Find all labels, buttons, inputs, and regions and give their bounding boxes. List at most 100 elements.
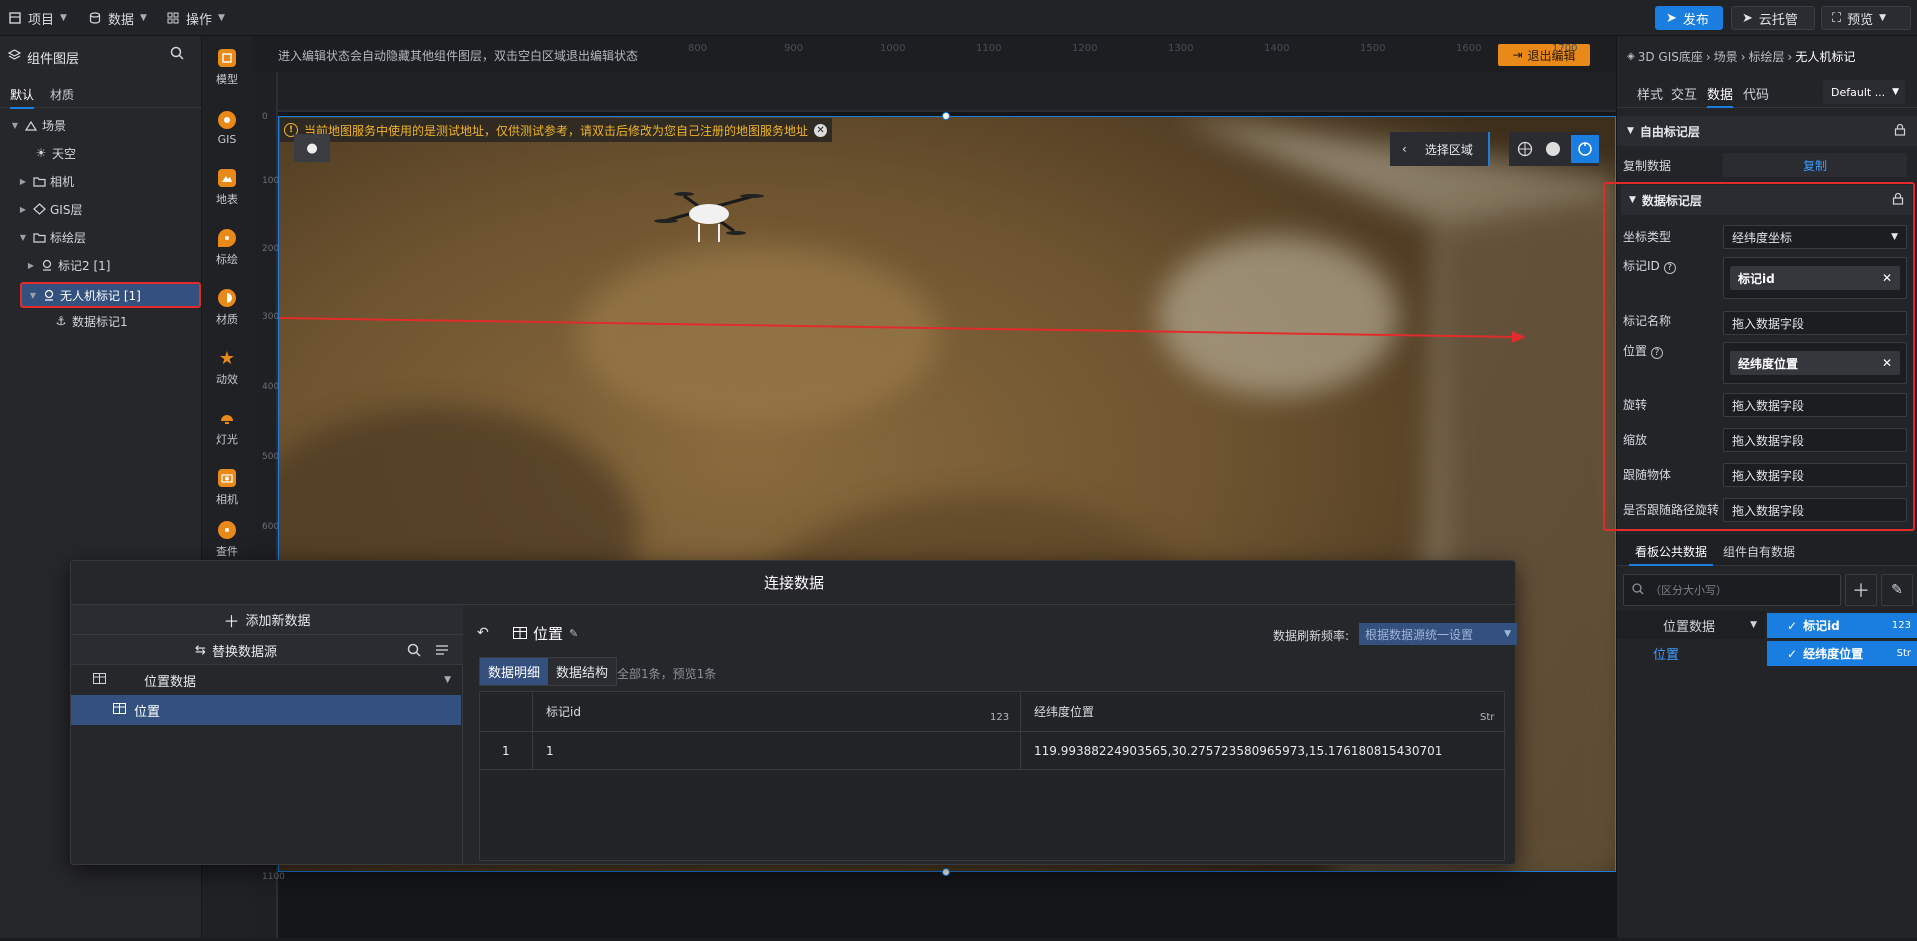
tab-data[interactable]: 数据 <box>1707 84 1733 103</box>
menu-project[interactable]: 项目 ▼ <box>8 0 67 36</box>
tree-item-camera[interactable]: ▶ 相机 <box>0 170 202 192</box>
icon-bar-plot[interactable]: 标绘 <box>202 220 252 276</box>
breadcrumb-item[interactable]: 无人机标记 <box>1795 48 1855 65</box>
tab-material[interactable]: 材质 <box>50 86 74 103</box>
add-field-button[interactable]: ＋ <box>1845 574 1877 606</box>
publish-button[interactable]: ➤ 发布 <box>1655 6 1723 30</box>
chevron-down-icon: ▼ <box>1892 87 1899 97</box>
field-search-box[interactable]: （区分大小写） <box>1623 574 1841 606</box>
caret-right-icon[interactable]: ▶ <box>26 261 36 270</box>
resize-handle[interactable] <box>942 868 950 876</box>
table-row[interactable]: 1 1 119.99388224903565,30.27572358096597… <box>480 732 1506 770</box>
caret-right-icon[interactable]: ▶ <box>18 205 28 214</box>
close-icon[interactable]: ✕ <box>1882 356 1892 370</box>
tab-public-data[interactable]: 看板公共数据 <box>1635 543 1707 560</box>
lock-icon[interactable] <box>1892 192 1904 208</box>
icon-bar-model[interactable]: 模型 <box>202 40 252 96</box>
ruler-tick-label: 1400 <box>1264 43 1290 54</box>
field-chip[interactable]: 标记id ✕ <box>1730 266 1900 290</box>
field-chip-label: 经纬度位置 <box>1803 647 1864 661</box>
icon-bar-terrain[interactable]: 地表 <box>202 160 252 216</box>
globe-icon[interactable] <box>1515 139 1535 159</box>
filter-icon[interactable] <box>435 643 449 660</box>
help-icon[interactable]: ? <box>1650 347 1663 359</box>
menu-operate[interactable]: 操作 ▼ <box>166 0 225 36</box>
field-chip-position[interactable]: ✓ 经纬度位置 Str <box>1767 641 1917 666</box>
edit-field-button[interactable]: ✎ <box>1881 574 1913 606</box>
caret-down-icon[interactable]: ▼ <box>28 291 38 300</box>
tab-default[interactable]: 默认 <box>10 86 35 109</box>
field-chip-id[interactable]: ✓ 标记id 123 <box>1767 613 1917 638</box>
resize-handle[interactable] <box>942 112 950 120</box>
refresh-circle-icon[interactable] <box>1571 135 1599 163</box>
tree-item-plot-layer[interactable]: ▼ 标绘层 <box>0 226 202 248</box>
marker-name-dropzone[interactable]: 拖入数据字段 <box>1723 311 1907 335</box>
tree-item-sky[interactable]: ☀ 天空 <box>0 142 202 164</box>
replace-source-button[interactable]: ⇆ 替换数据源 <box>71 635 401 665</box>
chevron-down-icon[interactable]: ▼ <box>444 675 451 685</box>
tree-item-scene[interactable]: ▼ 场景 <box>0 114 202 136</box>
follow-object-dropzone[interactable]: 拖入数据字段 <box>1723 463 1907 487</box>
column-header-position[interactable]: 经纬度位置 <box>1034 692 1094 730</box>
icon-bar-camera[interactable]: 相机 <box>202 460 252 516</box>
tab-interaction[interactable]: 交互 <box>1671 84 1697 103</box>
dataset-group-row[interactable]: 位置数据 ▼ <box>71 665 463 695</box>
position-field[interactable]: 经纬度位置 ✕ <box>1723 342 1907 384</box>
marker-id-field[interactable]: 标记id ✕ <box>1723 257 1907 299</box>
select-area-control[interactable]: ‹ 选择区域 <box>1390 132 1490 166</box>
icon-bar-gear[interactable]: 查件 <box>202 520 252 560</box>
tree-item-drone-marker[interactable]: ▼ 无人机标记 [1] <box>20 282 201 308</box>
theme-select[interactable]: Default ... ▼ <box>1823 80 1905 104</box>
field-chip[interactable]: 经纬度位置 ✕ <box>1730 351 1900 375</box>
menu-data[interactable]: 数据 ▼ <box>88 0 147 36</box>
undo-icon[interactable]: ↶ <box>477 625 489 641</box>
chevron-left-icon[interactable]: ‹ <box>1402 142 1407 156</box>
dataset-select[interactable]: 位置数据 ▼ <box>1617 611 1765 639</box>
help-icon[interactable]: ? <box>1663 262 1676 274</box>
section-data-layer[interactable]: ▼ 数据标记层 <box>1621 185 1912 215</box>
tab-own-data[interactable]: 组件自有数据 <box>1723 543 1795 560</box>
caret-right-icon[interactable]: ▶ <box>18 177 28 186</box>
search-icon[interactable] <box>407 643 421 660</box>
add-source-button[interactable]: ＋ 添加新数据 <box>71 605 463 635</box>
icon-bar-effect[interactable]: ★ 动效 <box>202 340 252 396</box>
tab-code[interactable]: 代码 <box>1743 84 1769 103</box>
edit-icon[interactable]: ✎ <box>569 627 578 640</box>
refresh-frequency-select[interactable]: 根据数据源统一设置 ▼ <box>1359 623 1517 645</box>
section-free-layer[interactable]: ▼ 自由标记层 <box>1617 116 1917 146</box>
search-icon[interactable] <box>170 46 184 63</box>
circle-fill-icon[interactable] <box>1543 139 1563 159</box>
breadcrumb-item[interactable]: 3D GIS底座 <box>1638 48 1703 65</box>
marker-name-row: 标记名称 拖入数据字段 <box>1617 303 1917 338</box>
breadcrumb-item[interactable]: 场景 <box>1714 48 1738 65</box>
lock-icon[interactable] <box>1894 123 1906 139</box>
detail-title-text: 位置 <box>533 625 564 643</box>
path-rotate-dropzone[interactable]: 拖入数据字段 <box>1723 498 1907 522</box>
dataset-item[interactable]: 位置 <box>1617 639 1765 667</box>
tab-style[interactable]: 样式 <box>1637 84 1663 103</box>
icon-bar-material[interactable]: 材质 <box>202 280 252 336</box>
tree-item-data-marker[interactable]: ⚓ 数据标记1 <box>0 310 202 332</box>
icon-bar-light[interactable]: 灯光 <box>202 400 252 456</box>
preview-button[interactable]: ⛶ 预览 ▼ <box>1821 6 1911 30</box>
cloud-host-button[interactable]: ➤ 云托管 <box>1731 6 1815 30</box>
copy-button[interactable]: 复制 <box>1723 153 1907 177</box>
close-icon[interactable]: ✕ <box>814 123 828 137</box>
tab-data-structure[interactable]: 数据结构 <box>548 658 617 685</box>
close-icon[interactable]: ✕ <box>1882 271 1892 285</box>
tab-data-detail[interactable]: 数据明细 <box>480 658 549 685</box>
scale-dropzone[interactable]: 拖入数据字段 <box>1723 428 1907 452</box>
tree-item-marker2[interactable]: ▶ 标记2 [1] <box>0 254 202 276</box>
tree-item-gis[interactable]: ▶ GIS层 <box>0 198 202 220</box>
coord-type-select[interactable]: 经纬度坐标 ▼ <box>1723 225 1907 249</box>
caret-down-icon[interactable]: ▼ <box>10 121 20 130</box>
rotation-dropzone[interactable]: 拖入数据字段 <box>1723 393 1907 417</box>
caret-down-icon[interactable]: ▼ <box>18 233 28 242</box>
location-button[interactable]: ● <box>294 134 330 162</box>
column-header-id[interactable]: 标记id <box>546 692 581 730</box>
dataset-item-selected[interactable]: 位置 <box>71 695 461 725</box>
icon-bar-gis[interactable]: GIS <box>202 100 252 156</box>
breadcrumb-item[interactable]: 标绘层 <box>1749 48 1785 65</box>
drone-model[interactable] <box>654 176 764 254</box>
database-icon <box>88 11 102 25</box>
